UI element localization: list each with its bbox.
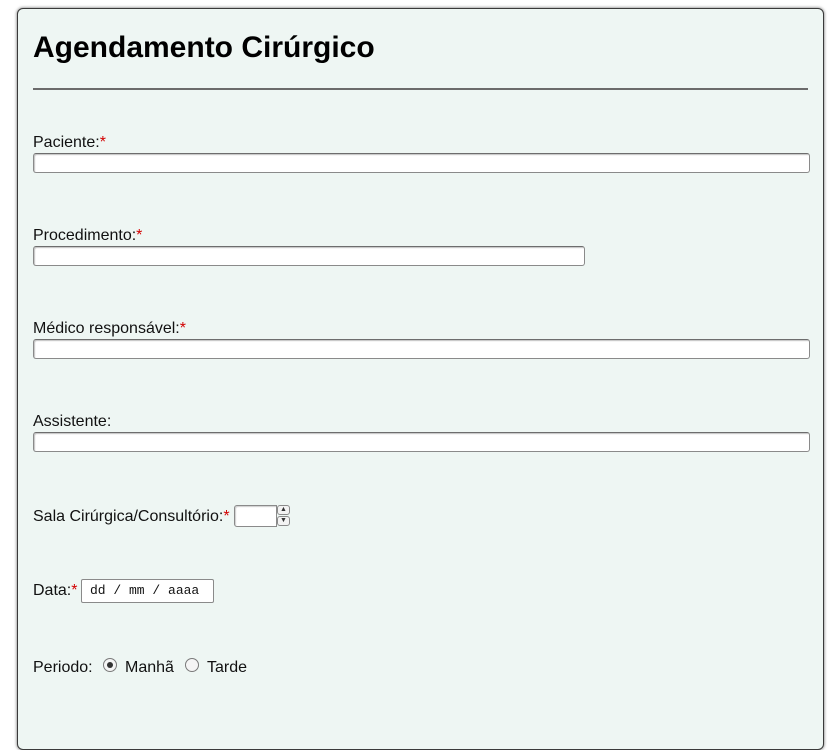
radio-selected-dot — [107, 662, 113, 668]
medico-input[interactable] — [33, 339, 810, 359]
assistente-input[interactable] — [33, 432, 810, 452]
sala-number-input[interactable] — [234, 505, 277, 527]
medico-label: Médico responsável:* — [33, 320, 186, 338]
required-marker: * — [71, 582, 78, 599]
procedimento-label-text: Procedimento: — [33, 227, 137, 244]
sala-label-text: Sala Cirúrgica/Consultório: — [33, 508, 224, 525]
assistente-label: Assistente: — [33, 413, 111, 431]
assistente-label-text: Assistente: — [33, 413, 112, 430]
paciente-input[interactable] — [33, 153, 810, 173]
data-label-text: Data: — [33, 582, 72, 599]
title-divider — [33, 88, 808, 90]
sala-label: Sala Cirúrgica/Consultório:* — [33, 508, 230, 526]
periodo-label: Periodo: — [33, 659, 93, 676]
required-marker: * — [179, 320, 186, 337]
paciente-label: Paciente:* — [33, 134, 106, 152]
form-panel: Agendamento Cirúrgico Paciente:* Procedi… — [17, 8, 824, 750]
page-title: Agendamento Cirúrgico — [33, 31, 375, 64]
required-marker: * — [99, 134, 106, 151]
procedimento-label: Procedimento:* — [33, 227, 142, 245]
chevron-up-icon[interactable]: ▲ — [277, 505, 290, 515]
required-marker: * — [223, 508, 230, 525]
periodo-radio-manha[interactable] — [103, 658, 117, 672]
periodo-option-manha: Manhã — [125, 659, 174, 676]
chevron-down-icon[interactable]: ▼ — [277, 516, 290, 526]
data-label: Data:* — [33, 582, 77, 600]
date-input[interactable]: dd / mm / aaaa — [81, 579, 214, 603]
procedimento-input[interactable] — [33, 246, 585, 266]
sala-number-stepper: ▲ ▼ — [234, 505, 292, 527]
periodo-radio-tarde[interactable] — [185, 658, 199, 672]
paciente-label-text: Paciente: — [33, 134, 100, 151]
required-marker: * — [136, 227, 143, 244]
medico-label-text: Médico responsável: — [33, 320, 180, 337]
periodo-option-tarde: Tarde — [207, 659, 248, 676]
